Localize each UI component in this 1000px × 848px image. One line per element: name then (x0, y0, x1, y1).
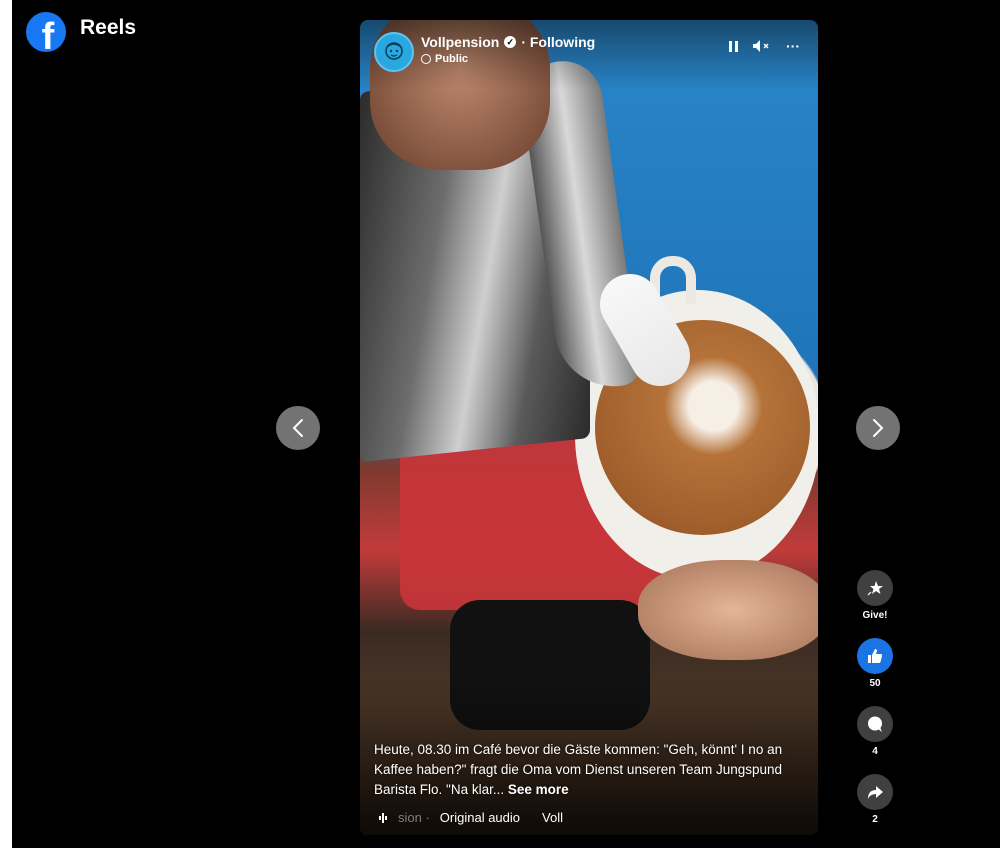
more-options-icon[interactable]: ··· (786, 38, 800, 54)
follow-status[interactable]: · Following (521, 34, 595, 50)
muted-speaker-icon[interactable] (752, 39, 772, 53)
comment-button[interactable] (857, 706, 893, 742)
page-title: Reels (80, 16, 137, 39)
author-avatar[interactable] (374, 32, 414, 72)
thumbs-up-icon (868, 649, 882, 663)
share-arrow-icon (868, 786, 883, 799)
reels-page: f Reels Vollpension ✓ · Following Public (0, 0, 1000, 848)
pause-icon[interactable] (729, 40, 738, 52)
globe-icon (421, 54, 431, 64)
comment-bubble-icon (868, 716, 882, 732)
author-name[interactable]: Vollpension (421, 34, 499, 50)
previous-reel-button[interactable] (276, 406, 320, 450)
privacy-line: Public (421, 53, 468, 65)
audio-scroll-text: Voll (542, 810, 563, 825)
facebook-logo[interactable]: f (26, 12, 66, 52)
verified-icon: ✓ (504, 36, 517, 48)
privacy-label: Public (435, 53, 469, 65)
share-count: 2 (872, 814, 878, 825)
comment-count: 4 (872, 746, 878, 757)
audio-label: Original audio (439, 810, 521, 825)
reel-video[interactable]: Vollpension ✓ · Following Public ··· Heu… (360, 20, 818, 835)
audio-owner: sion · (398, 810, 430, 825)
author-line: Vollpension ✓ · Following (421, 34, 595, 50)
give-label: Give! (862, 610, 888, 621)
see-more-link[interactable]: See more (508, 782, 569, 797)
like-button[interactable] (857, 638, 893, 674)
reel-caption: Heute, 08.30 im Café bevor die Gäste kom… (374, 740, 814, 800)
video-hand-holding-cup (638, 560, 818, 660)
star-gift-icon (867, 581, 883, 596)
reel-actions: Give! 50 4 2 (855, 570, 895, 842)
audio-wave-icon (379, 812, 387, 823)
like-count: 50 (869, 678, 881, 689)
chevron-left-icon (292, 419, 303, 437)
avatar-face-icon (385, 42, 403, 60)
chevron-right-icon (873, 419, 884, 437)
audio-row[interactable]: sion · Original audio Voll (378, 810, 563, 825)
caption-text: Heute, 08.30 im Café bevor die Gäste kom… (374, 742, 783, 797)
video-controls: ··· (729, 38, 800, 54)
give-button[interactable] (857, 570, 893, 606)
next-reel-button[interactable] (856, 406, 900, 450)
share-button[interactable] (857, 774, 893, 810)
